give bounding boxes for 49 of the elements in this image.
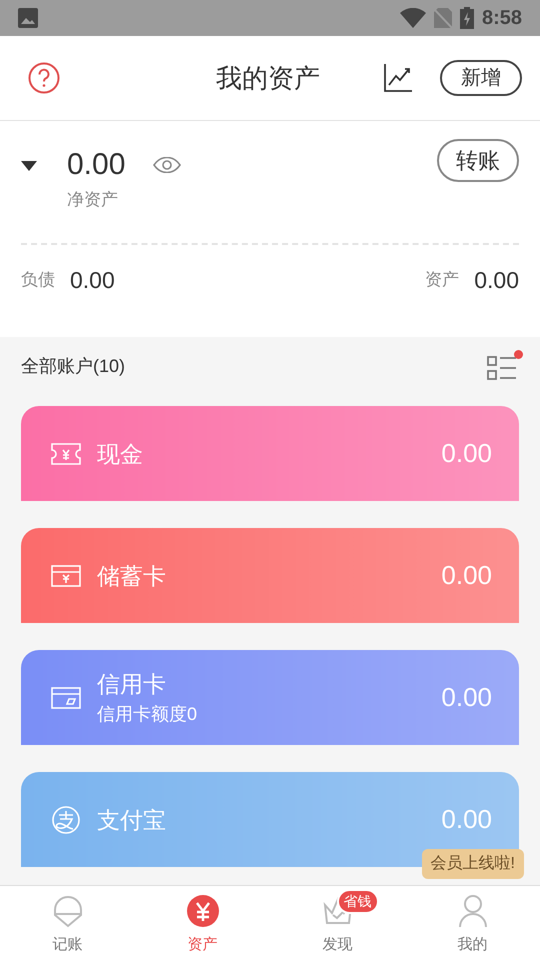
assets-value: 0.00 [474,266,519,294]
account-balance: 0.00 [441,681,492,714]
pay-logo-icon [51,804,81,834]
net-worth-label: 净资产 [67,189,119,211]
account-name: 现金 [97,440,143,468]
liabilities-label: 负债 [21,269,55,291]
account-card[interactable]: 储蓄卡 0.00 [21,528,519,623]
add-button[interactable]: 新增 [440,60,522,96]
ticket-icon [51,442,81,464]
nav-tab[interactable]: 资产 [135,886,270,960]
nav-label: 资产 [188,935,218,955]
image-icon [18,8,38,28]
battery-icon [460,7,474,29]
card-icon [51,686,81,708]
nav-label: 记账 [52,935,82,955]
liabilities-value: 0.00 [70,266,115,294]
wifi-icon [400,8,426,28]
transfer-button[interactable]: 转账 [437,139,519,182]
accounts-heading: 全部账户(10) [21,354,126,378]
page-title: 我的资产 [216,62,320,94]
helmet-icon [52,894,82,928]
eye-icon[interactable] [153,157,182,173]
account-name: 支付宝 [97,806,166,834]
yen-icon [186,894,220,928]
net-worth-value: 0.00 [67,147,126,183]
account-name: 信用卡 [97,670,167,698]
account-card[interactable]: 现金 0.00 [21,406,519,501]
account-subtitle: 信用卡额度0 [97,702,198,726]
help-icon[interactable] [28,62,60,94]
nav-badge: 省钱 [336,889,378,914]
collapse-triangle-icon[interactable] [21,161,37,171]
promo-tooltip: 会员上线啦! [422,849,524,879]
account-name: 储蓄卡 [97,562,166,590]
person-icon [458,894,488,928]
line-chart-icon[interactable] [384,64,412,92]
account-balance: 0.00 [441,803,492,836]
account-card[interactable]: 信用卡 信用卡额度0 0.00 [21,650,519,745]
clock: 8:58 [482,6,522,31]
no-sim-icon [434,8,452,28]
account-balance: 0.00 [441,437,492,470]
nav-label: 我的 [458,935,488,955]
list-view-icon[interactable] [487,356,517,380]
nav-tab[interactable]: 我的 [405,886,540,960]
nav-tab[interactable]: 省钱 发现 [270,886,405,960]
card-icon [51,564,81,586]
nav-label: 发现 [322,935,352,955]
nav-tab[interactable]: 记账 [0,886,135,960]
account-balance: 0.00 [441,559,492,592]
assets-label: 资产 [425,269,460,291]
